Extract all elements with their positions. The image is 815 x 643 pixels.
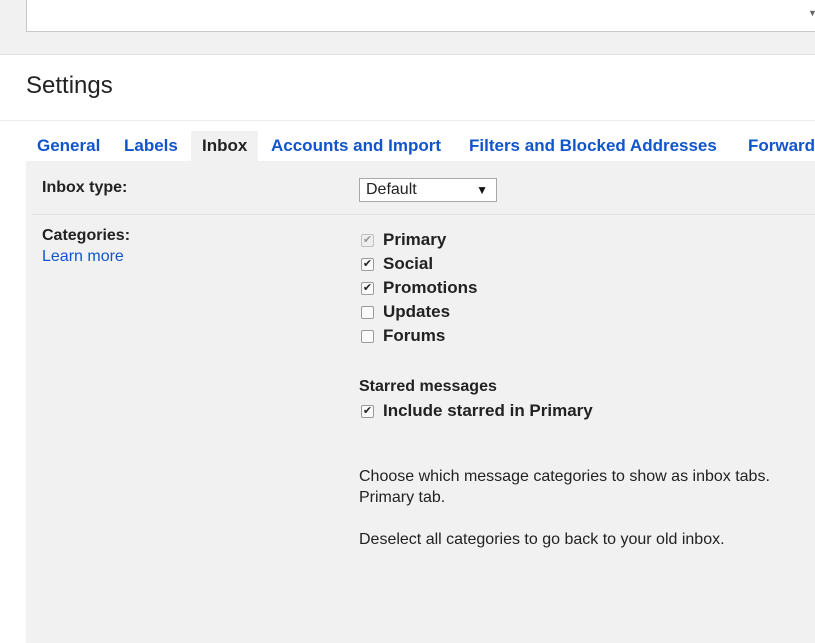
tab-forwarding[interactable]: Forward: [738, 131, 815, 161]
tab-general[interactable]: General: [26, 131, 111, 161]
forums-checkbox[interactable]: [361, 329, 374, 343]
social-checkbox[interactable]: ✔: [361, 257, 374, 271]
help-text-deselect: Deselect all categories to go back to yo…: [359, 531, 725, 548]
category-primary: ✔ Primary: [361, 230, 446, 250]
search-options-icon[interactable]: ▼: [808, 8, 815, 18]
include-starred-checkbox[interactable]: ✔: [361, 404, 374, 418]
top-bar: ▼: [0, 0, 815, 55]
primary-checkbox: ✔: [361, 233, 374, 247]
search-box[interactable]: [26, 0, 815, 32]
category-forums: Forums: [361, 326, 445, 346]
help-text-line2: Primary tab.: [359, 489, 446, 506]
category-label: Updates: [383, 302, 451, 321]
include-starred-option: ✔ Include starred in Primary: [361, 401, 593, 421]
category-label: Primary: [383, 230, 447, 249]
category-promotions: ✔ Promotions: [361, 278, 477, 298]
starred-messages-heading: Starred messages: [359, 378, 497, 395]
chevron-down-icon: ▼: [476, 183, 488, 197]
inbox-type-select[interactable]: Default ▼: [359, 178, 497, 202]
category-social: ✔ Social: [361, 254, 433, 274]
tab-inbox[interactable]: Inbox: [191, 131, 259, 161]
category-label: Promotions: [383, 278, 478, 297]
page-title: Settings: [26, 72, 113, 99]
category-updates: Updates: [361, 302, 450, 322]
tab-filters-and-blocked-addresses[interactable]: Filters and Blocked Addresses: [459, 131, 727, 161]
updates-checkbox[interactable]: [361, 305, 374, 319]
promotions-checkbox[interactable]: ✔: [361, 281, 374, 295]
categories-label: Categories:: [42, 227, 131, 244]
inbox-type-label: Inbox type:: [42, 179, 128, 196]
learn-more-link[interactable]: Learn more: [42, 248, 124, 266]
category-label: Social: [383, 254, 434, 273]
include-starred-label: Include starred in Primary: [383, 401, 593, 420]
tab-labels[interactable]: Labels: [114, 131, 188, 161]
settings-header: [0, 55, 815, 121]
help-text-line1: Choose which message categories to show …: [359, 468, 770, 485]
tab-accounts-and-import[interactable]: Accounts and Import: [261, 131, 451, 161]
category-label: Forums: [383, 326, 446, 345]
inbox-type-selected: Default: [366, 181, 417, 198]
row-divider: [32, 214, 815, 215]
